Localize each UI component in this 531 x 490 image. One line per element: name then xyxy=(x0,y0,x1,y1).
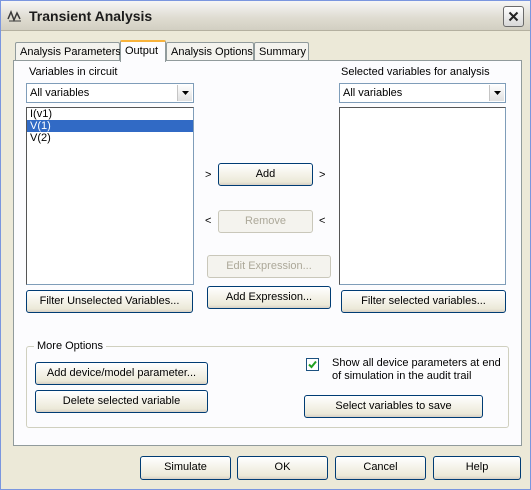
title-bar[interactable]: Transient Analysis xyxy=(1,1,530,31)
more-options-title: More Options xyxy=(34,340,107,352)
chevron-right-icon: > xyxy=(319,169,326,181)
tab-output[interactable]: Output xyxy=(120,40,166,62)
tab-analysis-parameters[interactable]: Analysis Parameters xyxy=(15,42,121,61)
show-device-params-checkbox[interactable] xyxy=(306,358,319,371)
list-item[interactable]: V(2) xyxy=(27,132,193,144)
close-button[interactable] xyxy=(503,6,524,27)
simulate-button[interactable]: Simulate xyxy=(140,456,231,480)
select-variables-to-save-button[interactable]: Select variables to save xyxy=(304,395,483,418)
cancel-button[interactable]: Cancel xyxy=(335,456,426,480)
app-icon xyxy=(7,9,21,23)
filter-unselected-button[interactable]: Filter Unselected Variables... xyxy=(26,290,193,313)
selected-variables-list[interactable] xyxy=(339,107,506,285)
selected-variables-label: Selected variables for analysis xyxy=(341,66,490,78)
close-icon xyxy=(508,11,519,22)
edit-expression-button[interactable]: Edit Expression... xyxy=(207,255,331,278)
filter-selected-button[interactable]: Filter selected variables... xyxy=(341,290,506,313)
checkmark-icon xyxy=(308,360,317,369)
remove-button[interactable]: Remove xyxy=(218,210,313,233)
add-device-parameter-button[interactable]: Add device/model parameter... xyxy=(35,362,208,385)
chevron-left-icon: < xyxy=(205,215,212,227)
list-item[interactable]: I(v1) xyxy=(27,108,193,120)
delete-selected-variable-button[interactable]: Delete selected variable xyxy=(35,390,208,413)
variables-filter-value: All variables xyxy=(30,87,90,99)
show-device-params-label-line1: Show all device parameters at end xyxy=(332,357,501,369)
tab-summary[interactable]: Summary xyxy=(254,42,309,61)
variables-in-circuit-label: Variables in circuit xyxy=(29,66,118,78)
selected-filter-dropdown[interactable]: All variables xyxy=(339,83,506,103)
transient-analysis-dialog: Transient Analysis Analysis Parameters O… xyxy=(0,0,531,490)
chevron-left-icon: < xyxy=(319,215,326,227)
chevron-down-icon[interactable] xyxy=(489,85,504,101)
show-device-params-label-line2: of simulation in the audit trail xyxy=(332,370,472,382)
selected-filter-value: All variables xyxy=(343,87,403,99)
tab-analysis-options[interactable]: Analysis Options xyxy=(166,42,254,61)
window-title: Transient Analysis xyxy=(29,8,153,24)
add-button[interactable]: Add xyxy=(218,163,313,186)
chevron-down-icon[interactable] xyxy=(177,85,192,101)
variables-in-circuit-list[interactable]: I(v1) V(1) V(2) xyxy=(26,107,194,285)
chevron-right-icon: > xyxy=(205,169,212,181)
variables-filter-dropdown[interactable]: All variables xyxy=(26,83,194,103)
list-item[interactable]: V(1) xyxy=(27,120,193,132)
help-button[interactable]: Help xyxy=(433,456,521,480)
add-expression-button[interactable]: Add Expression... xyxy=(207,286,331,309)
ok-button[interactable]: OK xyxy=(237,456,328,480)
